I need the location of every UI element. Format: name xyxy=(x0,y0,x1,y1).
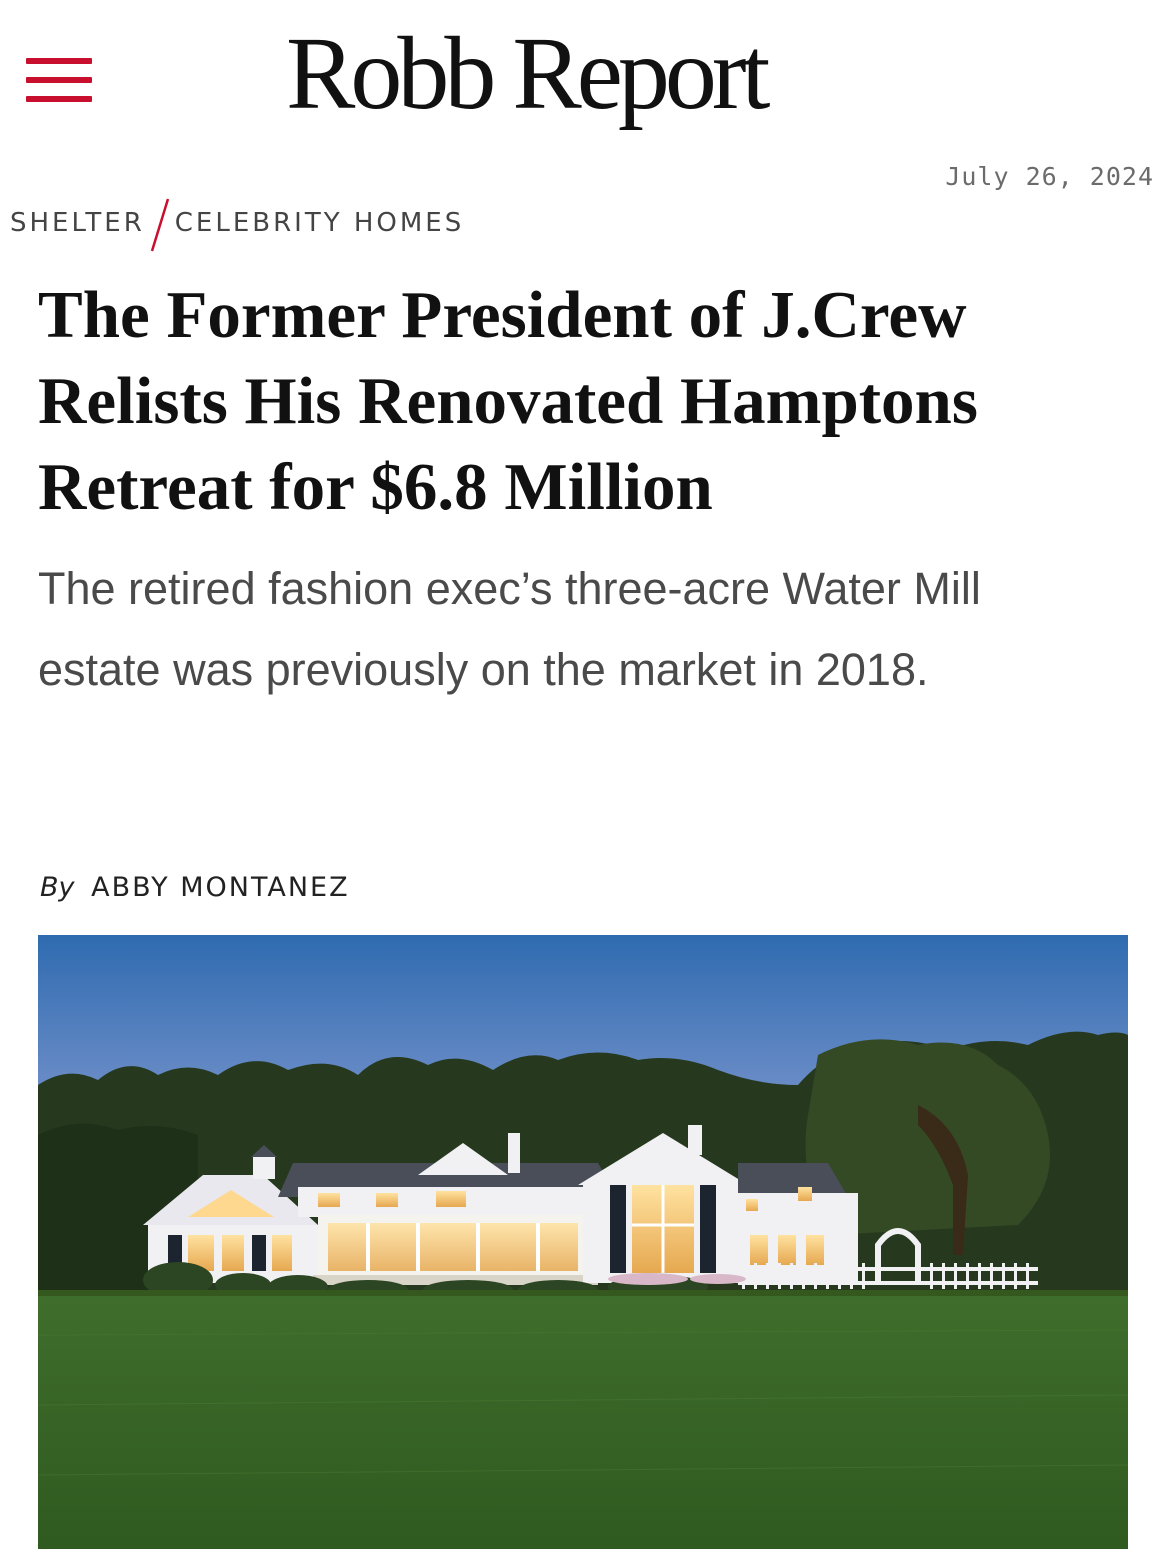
publish-date: July 26, 2024 xyxy=(945,162,1154,191)
article-headline: The Former President of J.Crew Relists H… xyxy=(38,278,978,524)
author-link[interactable]: ABBY MONTANEZ xyxy=(91,872,349,903)
article-dek: The retired fashion exec’s three-acre Wa… xyxy=(38,563,981,695)
byline: By ABBY MONTANEZ xyxy=(40,872,350,903)
menu-bar xyxy=(26,77,92,83)
breadcrumb-subsection-link[interactable]: CELEBRITY HOMES xyxy=(175,208,464,238)
hamburger-menu-icon[interactable] xyxy=(26,58,92,102)
breadcrumb: SHELTER CELEBRITY HOMES xyxy=(10,195,464,252)
byline-prefix: By xyxy=(40,872,75,903)
menu-bar xyxy=(26,96,92,102)
breadcrumb-section-link[interactable]: SHELTER xyxy=(10,208,145,238)
site-logo[interactable]: Robb Report xyxy=(286,22,770,126)
hero-image xyxy=(38,935,1128,1549)
hamptons-estate-dusk-photo xyxy=(38,935,1128,1549)
breadcrumb-separator-icon xyxy=(150,198,169,252)
menu-bar xyxy=(26,58,92,64)
